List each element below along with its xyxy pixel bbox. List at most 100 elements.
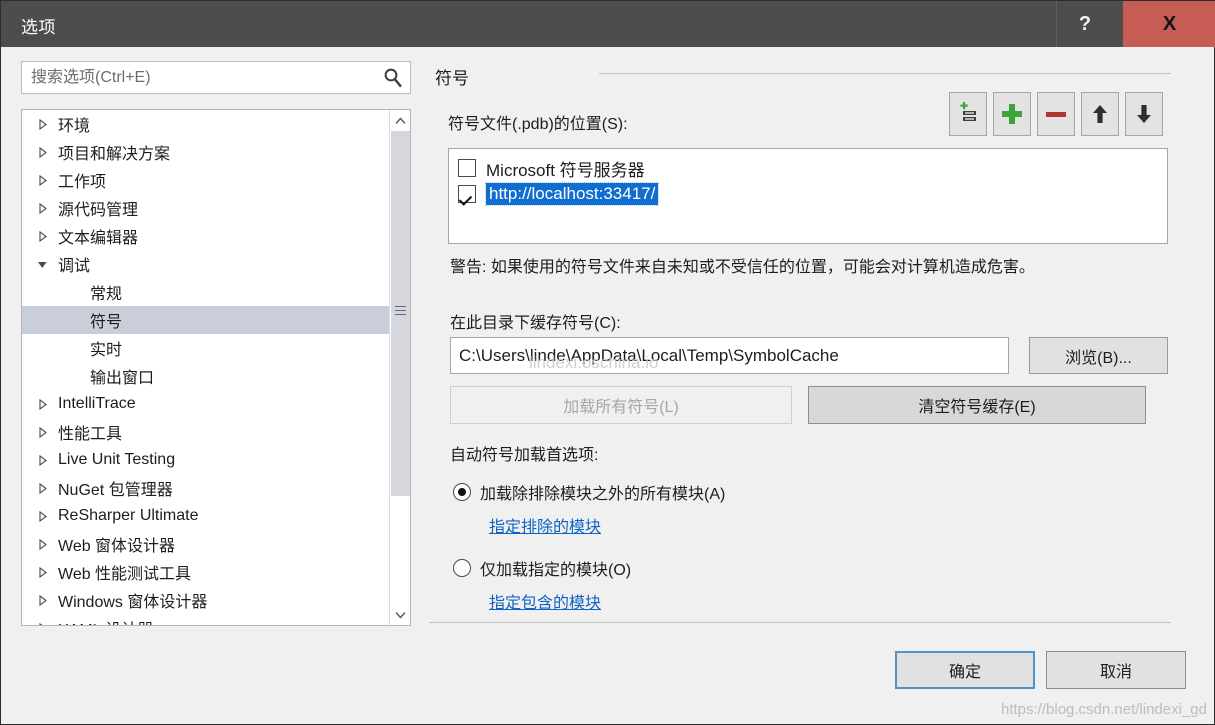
help-button[interactable]: ? (1056, 1, 1113, 47)
browse-button[interactable]: 浏览(B)... (1029, 337, 1168, 374)
radio-load-only-specified[interactable]: 仅加载指定的模块(O) (453, 556, 631, 580)
tree-item-label: Web 性能测试工具 (58, 566, 192, 583)
tree-item-label: Live Unit Testing (58, 451, 176, 468)
tree-item-label: 输出窗口 (90, 370, 155, 387)
symbol-server-row[interactable]: Microsoft 符号服务器 (449, 155, 1167, 181)
symbol-list-toolbar (949, 92, 1163, 136)
load-all-symbols-button[interactable]: 加载所有符号(L) (450, 386, 792, 424)
cancel-button[interactable]: 取消 (1046, 651, 1186, 689)
scroll-up-arrow-icon[interactable] (390, 110, 410, 131)
page-title: 符号 (435, 69, 469, 88)
options-tree[interactable]: 环境项目和解决方案 工作项源代码管理文本编辑器调试常规符号实时输出窗口 Intell… (21, 109, 411, 626)
add-button[interactable] (993, 92, 1031, 136)
tree-item[interactable]: 调试 (22, 250, 390, 278)
radio-button-icon (453, 483, 471, 501)
tree-item-label: 实时 (90, 342, 123, 359)
cache-directory-input[interactable] (450, 337, 1009, 374)
symbol-server-row[interactable]: http://localhost:33417/ (449, 181, 1167, 207)
tree-item[interactable]: 输出窗口 (22, 362, 390, 390)
tree-item[interactable]: Web 窗体设计器 (22, 530, 390, 558)
expander-collapsed-icon[interactable] (30, 202, 54, 214)
tree-item-label: NuGet 包管理器 (58, 482, 173, 499)
tree-item-label: 性能工具 (58, 426, 123, 443)
tree-item[interactable]: 实时 (22, 334, 390, 362)
tree-item-label: 源代码管理 (58, 202, 139, 219)
watermark-bottom: https://blog.csdn.net/lindexi_gd (1001, 701, 1207, 718)
expander-collapsed-icon[interactable] (30, 538, 54, 550)
options-tree-list: 环境项目和解决方案 工作项源代码管理文本编辑器调试常规符号实时输出窗口 Intell… (22, 110, 390, 625)
remove-button[interactable] (1037, 92, 1075, 136)
tree-item-label: IntelliTrace (58, 395, 136, 412)
expander-collapsed-icon[interactable] (30, 566, 54, 578)
clear-symbol-cache-button[interactable]: 清空符号缓存(E) (808, 386, 1146, 424)
expander-collapsed-icon[interactable] (30, 398, 54, 410)
symbol-location-label: 符号文件(.pdb)的位置(S): (448, 116, 628, 133)
tree-item[interactable]: 符号 (22, 306, 390, 334)
tree-item-label: 符号 (90, 314, 123, 331)
tree-item-label: 工作项 (58, 174, 107, 191)
cache-directory-label: 在此目录下缓存符号(C): (450, 315, 621, 332)
ok-button[interactable]: 确定 (895, 651, 1035, 689)
radio-button-icon (453, 559, 471, 577)
expander-collapsed-icon[interactable] (30, 230, 54, 242)
new-symbol-server-button[interactable] (949, 92, 987, 136)
tree-item-label: 项目和解决方案 (58, 146, 171, 163)
expander-collapsed-icon[interactable] (30, 426, 54, 438)
close-button[interactable]: X (1123, 1, 1215, 47)
expander-collapsed-icon[interactable] (30, 594, 54, 606)
tree-item[interactable]: 文本编辑器 (22, 222, 390, 250)
search-input[interactable] (29, 62, 379, 93)
tree-item[interactable]: XAML 设计器 (22, 614, 390, 625)
footer-divider (429, 622, 1171, 623)
expander-expanded-icon[interactable] (30, 259, 54, 270)
expander-collapsed-icon[interactable] (30, 622, 54, 625)
tree-item[interactable]: 环境 (22, 110, 390, 138)
radio-load-all-except-excluded[interactable]: 加载除排除模块之外的所有模块(A) (453, 480, 725, 504)
tree-item[interactable]: 性能工具 (22, 418, 390, 446)
expander-collapsed-icon[interactable] (30, 510, 54, 522)
symbol-server-list[interactable]: Microsoft 符号服务器 http://localhost:33417/ (448, 148, 1168, 244)
checkbox-checked-icon[interactable] (458, 185, 476, 203)
title-divider (599, 73, 1171, 74)
expander-collapsed-icon[interactable] (30, 482, 54, 494)
symbol-server-label: http://localhost:33417/ (484, 182, 660, 206)
search-icon[interactable] (382, 67, 404, 89)
scroll-down-arrow-icon[interactable] (390, 604, 410, 625)
tree-item[interactable]: 源代码管理 (22, 194, 390, 222)
checkbox-unchecked-icon[interactable] (458, 159, 476, 177)
tree-item[interactable]: 常规 (22, 278, 390, 306)
expander-collapsed-icon[interactable] (30, 454, 54, 466)
tree-item-label: XAML 设计器 (58, 616, 153, 625)
move-up-button[interactable] (1081, 92, 1119, 136)
tree-item[interactable]: 工作项 (22, 166, 390, 194)
scrollbar-thumb[interactable] (391, 131, 410, 496)
tree-item[interactable]: Live Unit Testing (22, 446, 390, 474)
search-box[interactable] (21, 61, 411, 94)
options-dialog: 选项 ? X 环境项目和解决方案工作项源代码管理文本编辑器调试常规符号实时输出窗… (0, 0, 1215, 725)
specify-included-modules-link[interactable]: 指定包含的模块 (489, 589, 601, 613)
expander-collapsed-icon[interactable] (30, 174, 54, 186)
auto-load-label: 自动符号加载首选项: (450, 447, 599, 464)
radio-label: 加载除排除模块之外的所有模块(A) (480, 486, 726, 503)
tree-scrollbar[interactable] (389, 110, 410, 625)
warning-text: 警告: 如果使用的符号文件来自未知或不受信任的位置，可能会对计算机造成危害。 (450, 259, 1035, 276)
tree-item-label: ReSharper Ultimate (58, 507, 199, 524)
grip-lines-icon (395, 306, 406, 315)
tree-item-label: 环境 (58, 118, 91, 135)
title-bar: 选项 ? X (1, 1, 1215, 47)
expander-collapsed-icon[interactable] (30, 118, 54, 130)
tree-item[interactable]: IntelliTrace (22, 390, 390, 418)
window-title: 选项 (21, 18, 56, 37)
tree-item[interactable]: ReSharper Ultimate (22, 502, 390, 530)
tree-item[interactable]: NuGet 包管理器 (22, 474, 390, 502)
tree-item-label: Web 窗体设计器 (58, 538, 176, 555)
tree-item-label: 调试 (58, 258, 91, 275)
move-down-button[interactable] (1125, 92, 1163, 136)
tree-item[interactable]: 项目和解决方案 (22, 138, 390, 166)
tree-item-label: Windows 窗体设计器 (58, 594, 208, 611)
tree-item[interactable]: Windows 窗体设计器 (22, 586, 390, 614)
tree-item[interactable]: Web 性能测试工具 (22, 558, 390, 586)
expander-collapsed-icon[interactable] (30, 146, 54, 158)
tree-item-label: 常规 (90, 286, 123, 303)
specify-excluded-modules-link[interactable]: 指定排除的模块 (489, 513, 601, 537)
